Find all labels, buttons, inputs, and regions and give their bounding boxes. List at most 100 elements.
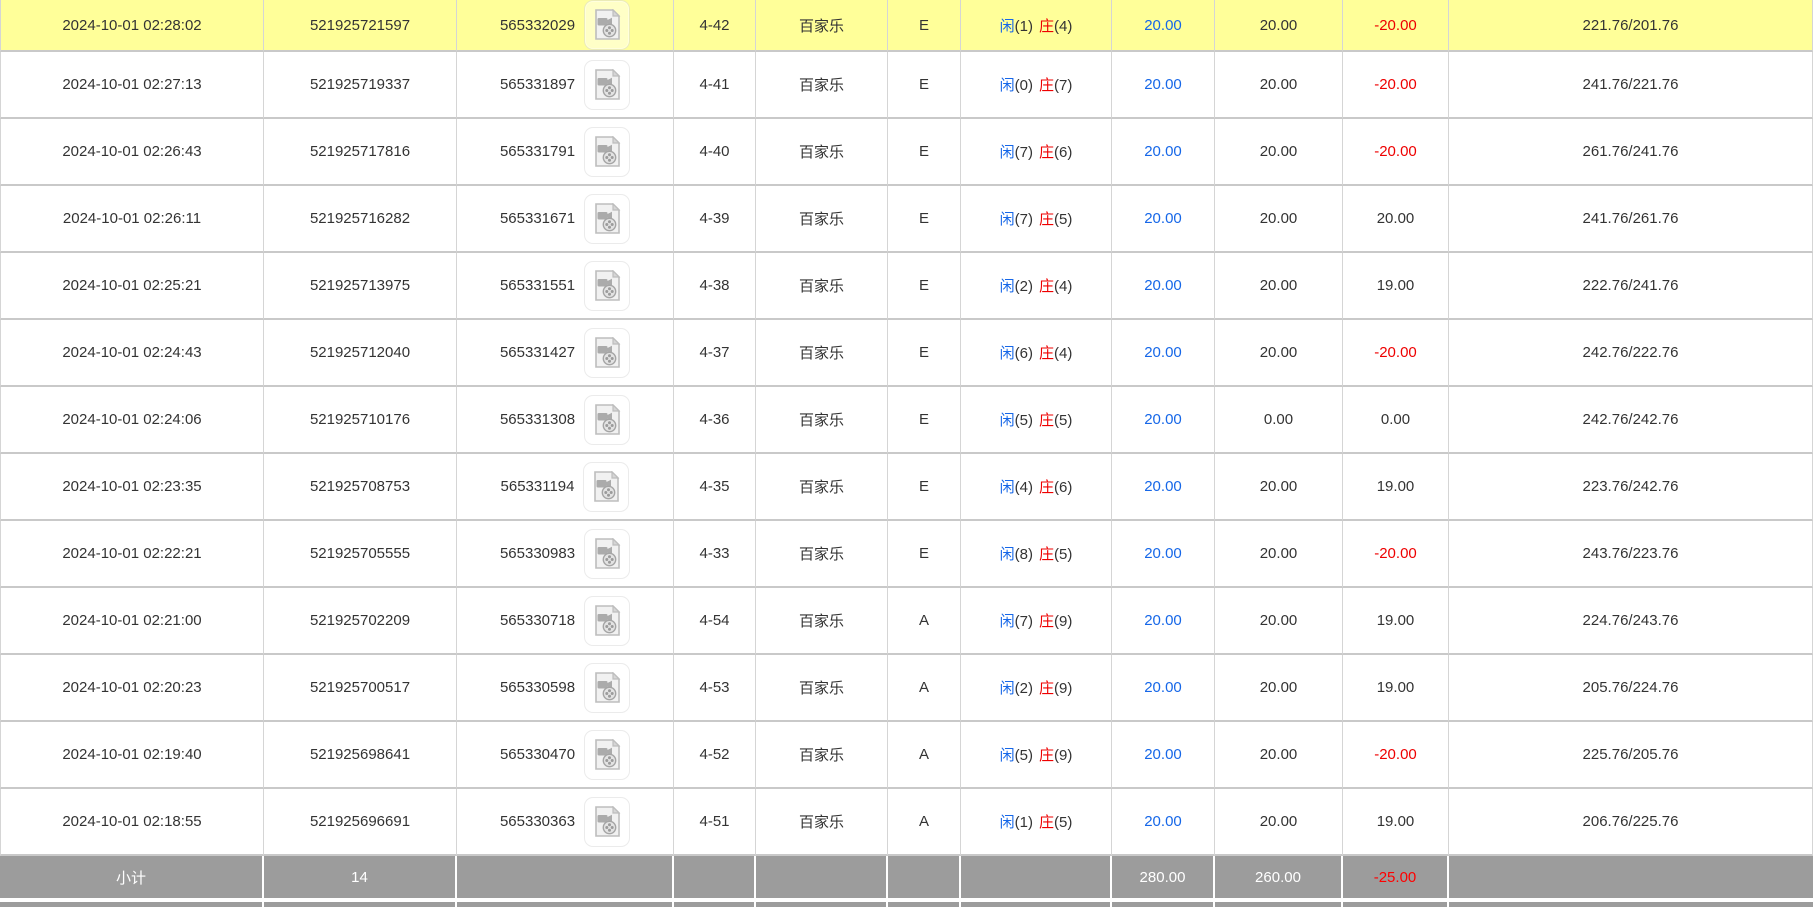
subtotal-row: 小计 14 280.00 260.00 -25.00 (0, 856, 1813, 898)
bet-id-cell: 521925705555 (264, 521, 457, 588)
video-replay-button[interactable] (584, 596, 630, 646)
round-cell: 4-33 (674, 521, 756, 588)
subtotal-empty-cell (674, 856, 756, 898)
balance-cell: 242.76/242.76 (1449, 387, 1813, 454)
video-replay-icon (592, 471, 620, 503)
video-replay-button[interactable] (584, 0, 630, 50)
bet-record-row[interactable]: 2024-10-01 02:28:02 521925721597 5653320… (0, 0, 1813, 52)
subtotal-count: 14 (264, 856, 457, 898)
bet-record-row[interactable]: 2024-10-01 02:26:11 521925716282 5653316… (0, 186, 1813, 253)
table-letter-cell: E (888, 387, 961, 454)
player-label: 闲 (1000, 412, 1015, 429)
bet-id-cell: 521925708753 (264, 454, 457, 521)
table-letter-cell: A (888, 655, 961, 722)
video-replay-button[interactable] (584, 328, 630, 378)
video-replay-icon (593, 404, 621, 436)
banker-label: 庄 (1039, 814, 1054, 831)
bet-record-row[interactable]: 2024-10-01 02:21:00 521925702209 5653307… (0, 588, 1813, 655)
valid-amount-cell: 20.00 (1215, 588, 1343, 655)
bet-id-cell: 521925713975 (264, 253, 457, 320)
bet-time-cell: 2024-10-01 02:25:21 (0, 253, 264, 320)
video-replay-button[interactable] (584, 261, 630, 311)
video-replay-button[interactable] (584, 797, 630, 847)
video-replay-button[interactable] (584, 529, 630, 579)
player-count: (1) (1015, 814, 1033, 831)
player-count: (7) (1015, 211, 1033, 228)
video-replay-button[interactable] (584, 60, 630, 110)
bet-record-row[interactable]: 2024-10-01 02:24:06 521925710176 5653313… (0, 387, 1813, 454)
result-cell: 闲(5)庄(5) (961, 387, 1112, 454)
banker-count: (7) (1054, 77, 1072, 94)
video-replay-button[interactable] (583, 462, 629, 512)
bet-amount-cell: 20.00 (1112, 655, 1215, 722)
round-cell: 4-37 (674, 320, 756, 387)
bet-time-cell: 2024-10-01 02:21:00 (0, 588, 264, 655)
balance-cell: 243.76/223.76 (1449, 521, 1813, 588)
player-label: 闲 (1000, 479, 1015, 496)
player-count: (5) (1015, 412, 1033, 429)
player-label: 闲 (1000, 18, 1015, 35)
winloss-cell: 19.00 (1343, 588, 1449, 655)
player-count: (0) (1015, 77, 1033, 94)
bet-amount-cell: 20.00 (1112, 789, 1215, 856)
game-id-cell: 565330363 (457, 789, 674, 856)
banker-label: 庄 (1039, 77, 1054, 94)
winloss-cell: 19.00 (1343, 454, 1449, 521)
valid-amount-cell: 0.00 (1215, 387, 1343, 454)
bet-time-cell: 2024-10-01 02:24:06 (0, 387, 264, 454)
bet-amount-cell: 20.00 (1112, 521, 1215, 588)
bet-record-row[interactable]: 2024-10-01 02:18:55 521925696691 5653303… (0, 789, 1813, 856)
bet-amount-cell: 20.00 (1112, 253, 1215, 320)
banker-count: (5) (1054, 412, 1072, 429)
round-cell: 4-35 (674, 454, 756, 521)
subtotal-empty-cell (888, 856, 961, 898)
game-type-cell: 百家乐 (756, 521, 888, 588)
bet-id-cell: 521925696691 (264, 789, 457, 856)
game-id-value: 565331791 (500, 143, 575, 160)
player-count: (5) (1015, 747, 1033, 764)
bet-record-row[interactable]: 2024-10-01 02:25:21 521925713975 5653315… (0, 253, 1813, 320)
result-cell: 闲(7)庄(5) (961, 186, 1112, 253)
table-letter-cell: E (888, 253, 961, 320)
banker-count: (4) (1054, 345, 1072, 362)
video-replay-button[interactable] (584, 730, 630, 780)
result-cell: 闲(7)庄(9) (961, 588, 1112, 655)
banker-count: (4) (1054, 18, 1072, 35)
balance-cell: 241.76/261.76 (1449, 186, 1813, 253)
bet-time-cell: 2024-10-01 02:22:21 (0, 521, 264, 588)
player-count: (7) (1015, 144, 1033, 161)
valid-amount-cell: 20.00 (1215, 186, 1343, 253)
bet-record-row[interactable]: 2024-10-01 02:24:43 521925712040 5653314… (0, 320, 1813, 387)
valid-amount-cell: 20.00 (1215, 119, 1343, 186)
banker-label: 庄 (1039, 345, 1054, 362)
bet-time-cell: 2024-10-01 02:26:11 (0, 186, 264, 253)
bet-id-cell: 521925710176 (264, 387, 457, 454)
bet-amount-cell: 20.00 (1112, 722, 1215, 789)
bet-record-row[interactable]: 2024-10-01 02:19:40 521925698641 5653304… (0, 722, 1813, 789)
bet-record-row[interactable]: 2024-10-01 02:27:13 521925719337 5653318… (0, 52, 1813, 119)
banker-count: (5) (1054, 546, 1072, 563)
table-letter-cell: E (888, 521, 961, 588)
player-count: (6) (1015, 345, 1033, 362)
bet-record-row[interactable]: 2024-10-01 02:20:23 521925700517 5653305… (0, 655, 1813, 722)
table-letter-cell: E (888, 454, 961, 521)
video-replay-button[interactable] (584, 127, 630, 177)
bet-record-row[interactable]: 2024-10-01 02:22:21 521925705555 5653309… (0, 521, 1813, 588)
game-id-value: 565331671 (500, 210, 575, 227)
banker-label: 庄 (1039, 144, 1054, 161)
banker-count: (5) (1054, 814, 1072, 831)
bet-id-cell: 521925721597 (264, 0, 457, 52)
valid-amount-cell: 20.00 (1215, 0, 1343, 52)
bet-time-cell: 2024-10-01 02:20:23 (0, 655, 264, 722)
bet-record-row[interactable]: 2024-10-01 02:23:35 521925708753 5653311… (0, 454, 1813, 521)
video-replay-button[interactable] (584, 194, 630, 244)
round-cell: 4-53 (674, 655, 756, 722)
valid-amount-cell: 20.00 (1215, 789, 1343, 856)
bet-record-row[interactable]: 2024-10-01 02:26:43 521925717816 5653317… (0, 119, 1813, 186)
game-id-cell: 565331551 (457, 253, 674, 320)
video-replay-button[interactable] (584, 395, 630, 445)
valid-amount-cell: 20.00 (1215, 320, 1343, 387)
video-replay-button[interactable] (584, 663, 630, 713)
bet-id-cell: 521925698641 (264, 722, 457, 789)
game-type-cell: 百家乐 (756, 454, 888, 521)
